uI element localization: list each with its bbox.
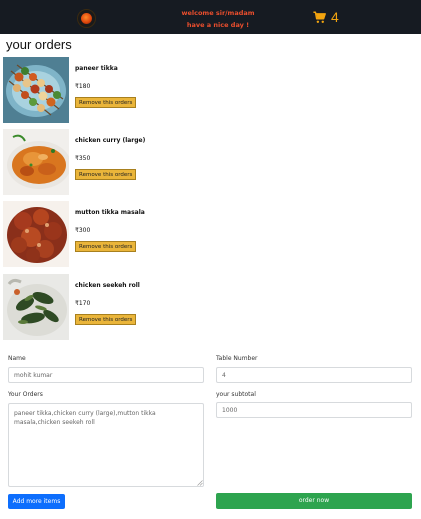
- table-number-label: Table Number: [216, 355, 258, 362]
- resize-grip-icon[interactable]: [197, 480, 203, 486]
- item-name: paneer tikka: [75, 65, 118, 72]
- restaurant-logo[interactable]: [77, 9, 96, 28]
- item-name: chicken curry (large): [75, 137, 146, 144]
- page-title: your orders: [6, 37, 72, 52]
- item-name: chicken seekeh roll: [75, 282, 140, 289]
- subtotal-input[interactable]: 1000: [216, 402, 412, 418]
- paneer-tikka-image: [3, 57, 69, 123]
- remove-order-button[interactable]: Remove this orders: [75, 241, 137, 252]
- remove-order-button[interactable]: Remove this orders: [75, 314, 137, 325]
- item-price: ₹170: [75, 300, 91, 307]
- welcome-line-2: have a nice day !: [186, 21, 250, 29]
- name-input[interactable]: mohit kumar: [8, 367, 204, 383]
- order-item: chicken seekeh roll ₹170 Remove this ord…: [3, 274, 403, 340]
- welcome-line-1: welcome sir/madam: [181, 9, 255, 17]
- item-price: ₹350: [75, 155, 91, 162]
- navbar: welcome sir/madam have a nice day ! 4: [0, 0, 421, 34]
- order-item: chicken curry (large) ₹350 Remove this o…: [3, 129, 403, 195]
- order-item: mutton tikka masala ₹300 Remove this ord…: [3, 201, 403, 267]
- mutton-tikka-masala-image: [3, 201, 69, 267]
- chicken-curry-image: [3, 129, 69, 195]
- welcome-message: welcome sir/madam have a nice day !: [150, 7, 286, 31]
- subtotal-label: your subtotal: [216, 391, 256, 398]
- item-name: mutton tikka masala: [75, 209, 145, 216]
- order-now-button[interactable]: order now: [216, 493, 412, 509]
- orders-textarea[interactable]: paneer tikka,chicken curry (large),mutto…: [8, 403, 204, 487]
- remove-order-button[interactable]: Remove this orders: [75, 97, 137, 108]
- table-number-input[interactable]: 4: [216, 367, 412, 383]
- cart-count[interactable]: 4: [331, 9, 339, 25]
- chicken-seekeh-roll-image: [3, 274, 69, 340]
- cart-icon[interactable]: [313, 11, 326, 24]
- your-orders-label: Your Orders: [8, 391, 43, 398]
- item-price: ₹300: [75, 227, 91, 234]
- order-item: paneer tikka ₹180 Remove this orders: [3, 57, 403, 123]
- add-more-items-button[interactable]: Add more items: [8, 494, 65, 509]
- item-price: ₹180: [75, 83, 91, 90]
- remove-order-button[interactable]: Remove this orders: [75, 169, 137, 180]
- name-label: Name: [8, 355, 26, 362]
